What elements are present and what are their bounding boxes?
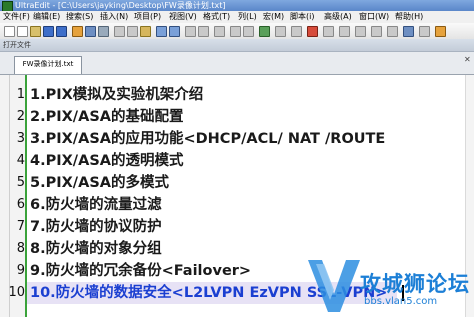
open-files-label: 打开文件 bbox=[3, 41, 31, 49]
new-file-icon[interactable] bbox=[4, 26, 15, 37]
menu-macro[interactable]: 宏(M) bbox=[263, 11, 284, 23]
line-text[interactable]: 2.PIX/ASA的基础配置 bbox=[30, 106, 183, 128]
bookmark-icon[interactable] bbox=[307, 26, 318, 37]
line-number: 8 bbox=[16, 241, 25, 256]
close-icon[interactable]: ✕ bbox=[464, 55, 471, 64]
editor-line[interactable]: 5 5.PIX/ASA的多模式 bbox=[0, 172, 474, 194]
menu-project[interactable]: 项目(P) bbox=[134, 11, 161, 23]
column-mode-icon[interactable] bbox=[243, 26, 254, 37]
watermark: 攻城狮论坛 bbs.vlan5.com bbox=[306, 250, 474, 317]
line-number: 1 bbox=[16, 87, 25, 102]
line-number: 2 bbox=[16, 109, 25, 124]
menu-help[interactable]: 帮助(H) bbox=[395, 11, 423, 23]
window-titlebar: UltraEdit - [C:\Users\jayking\Desktop\FW… bbox=[0, 0, 474, 12]
undo-icon[interactable] bbox=[156, 26, 167, 37]
editor-line[interactable]: 4 4.PIX/ASA的透明模式 bbox=[0, 150, 474, 172]
line-text[interactable]: 8.防火墙的对象分组 bbox=[30, 238, 162, 260]
cut-icon[interactable] bbox=[114, 26, 125, 37]
menu-window[interactable]: 窗口(W) bbox=[359, 11, 389, 23]
editor-line[interactable]: 3 3.PIX/ASA的应用功能<DHCP/ACL/ NAT /ROUTE bbox=[0, 128, 474, 150]
toolbar bbox=[0, 23, 474, 40]
ftp-icon[interactable] bbox=[72, 26, 83, 37]
document-tab-bar: FW录像计划.txt ✕ bbox=[0, 52, 474, 75]
print-preview-icon[interactable] bbox=[98, 26, 109, 37]
line-number: 6 bbox=[16, 197, 25, 212]
compare-icon[interactable] bbox=[387, 26, 398, 37]
save-all-icon[interactable] bbox=[56, 26, 67, 37]
line-text[interactable]: 6.防火墙的流量过滤 bbox=[30, 194, 162, 216]
menu-search[interactable]: 搜索(S) bbox=[66, 11, 93, 23]
hex-mode-icon[interactable] bbox=[259, 26, 270, 37]
uncomment-icon[interactable] bbox=[371, 26, 382, 37]
browser-view-icon[interactable] bbox=[403, 26, 414, 37]
line-number: 3 bbox=[16, 131, 25, 146]
comment-icon[interactable] bbox=[355, 26, 366, 37]
word-wrap-icon[interactable] bbox=[230, 26, 241, 37]
paste-icon[interactable] bbox=[140, 26, 151, 37]
tab-fw-plan[interactable]: FW录像计划.txt bbox=[14, 56, 82, 74]
editor-line[interactable]: 7 7.防火墙的协议防护 bbox=[0, 216, 474, 238]
watermark-logo-icon bbox=[308, 260, 360, 312]
open-files-panel-header: 打开文件 bbox=[0, 39, 474, 52]
line-number: 7 bbox=[16, 219, 25, 234]
window-title: UltraEdit - [C:\Users\jayking\Desktop\FW… bbox=[15, 1, 226, 10]
editor-line[interactable]: 2 2.PIX/ASA的基础配置 bbox=[0, 106, 474, 128]
line-number: 5 bbox=[16, 175, 25, 190]
line-text[interactable]: 7.防火墙的协议防护 bbox=[30, 216, 162, 238]
menu-script[interactable]: 脚本(i) bbox=[290, 11, 314, 23]
menu-file[interactable]: 文件(F) bbox=[3, 11, 30, 23]
menu-edit[interactable]: 编辑(E) bbox=[33, 11, 60, 23]
editor-line[interactable]: 6 6.防火墙的流量过滤 bbox=[0, 194, 474, 216]
new-template-icon[interactable] bbox=[17, 26, 28, 37]
find-icon[interactable] bbox=[185, 26, 196, 37]
replace-icon[interactable] bbox=[198, 26, 209, 37]
macro-play-icon[interactable] bbox=[291, 26, 302, 37]
line-text[interactable]: 9.防火墙的冗余备份<Failover> bbox=[30, 260, 251, 282]
outdent-icon[interactable] bbox=[339, 26, 350, 37]
redo-icon[interactable] bbox=[169, 26, 180, 37]
menu-advanced[interactable]: 高级(A) bbox=[324, 11, 352, 23]
line-text[interactable]: 5.PIX/ASA的多模式 bbox=[30, 172, 169, 194]
watermark-text: 攻城狮论坛 bbox=[360, 272, 470, 296]
copy-icon[interactable] bbox=[127, 26, 138, 37]
line-number: 9 bbox=[16, 263, 25, 278]
menu-format[interactable]: 格式(T) bbox=[203, 11, 230, 23]
menu-bar: 文件(F) 编辑(E) 搜索(S) 插入(N) 项目(P) 视图(V) 格式(T… bbox=[0, 11, 474, 23]
save-icon[interactable] bbox=[43, 26, 54, 37]
menu-insert[interactable]: 插入(N) bbox=[100, 11, 128, 23]
tab-label: FW录像计划.txt bbox=[22, 60, 74, 68]
line-text[interactable]: 4.PIX/ASA的透明模式 bbox=[30, 150, 183, 172]
line-number: 10 bbox=[8, 285, 25, 300]
menu-view[interactable]: 视图(V) bbox=[169, 11, 197, 23]
line-text[interactable]: 1.PIX模拟及实验机架介绍 bbox=[30, 84, 203, 106]
menu-column[interactable]: 列(L) bbox=[238, 11, 257, 23]
open-folder-icon[interactable] bbox=[30, 26, 41, 37]
settings-icon[interactable] bbox=[419, 26, 430, 37]
watermark-url: bbs.vlan5.com bbox=[364, 296, 438, 307]
print-icon[interactable] bbox=[85, 26, 96, 37]
help-icon[interactable] bbox=[435, 26, 446, 37]
line-number: 4 bbox=[16, 153, 25, 168]
line-text[interactable]: 3.PIX/ASA的应用功能<DHCP/ACL/ NAT /ROUTE bbox=[30, 128, 385, 150]
spell-check-icon[interactable] bbox=[275, 26, 286, 37]
editor-line[interactable]: 1 1.PIX模拟及实验机架介绍 bbox=[0, 84, 474, 106]
indent-icon[interactable] bbox=[323, 26, 334, 37]
find-in-files-icon[interactable] bbox=[214, 26, 225, 37]
